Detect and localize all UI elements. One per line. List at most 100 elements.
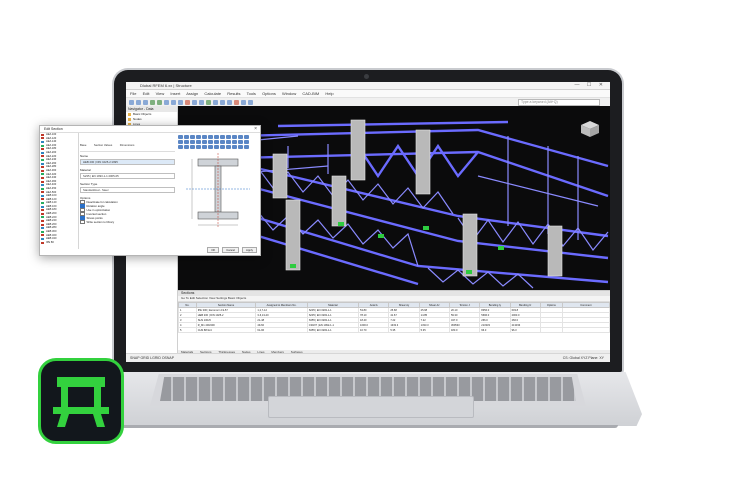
tab-section-values[interactable]: Section Values bbox=[94, 143, 112, 147]
open-icon[interactable] bbox=[136, 99, 141, 105]
menu-cad-bim[interactable]: CAD-BIM bbox=[302, 91, 319, 96]
edit-section-dialog: Edit Section × HEA 100 HEA 120 HEA 140 H… bbox=[39, 125, 261, 256]
list-item[interactable]: IPE 80 bbox=[40, 241, 78, 245]
ok-button[interactable]: OK bbox=[207, 247, 220, 253]
checkbox-write-library[interactable]: Write section to library bbox=[80, 219, 175, 225]
new-icon[interactable] bbox=[129, 99, 134, 105]
checkbox-icon[interactable] bbox=[80, 219, 85, 225]
table-cell bbox=[539, 327, 563, 333]
cancel-button[interactable]: Cancel bbox=[222, 247, 239, 253]
table-cell: 96.3 bbox=[479, 327, 511, 333]
shape-rect-icon[interactable] bbox=[232, 135, 237, 139]
table-cell: 5.35 bbox=[418, 327, 450, 333]
section-name-field[interactable]: HEB 200 | DIN 1025-2:1995 bbox=[80, 159, 175, 165]
view-cube-icon[interactable] bbox=[580, 120, 600, 138]
results-icon[interactable] bbox=[213, 99, 218, 105]
menu-assign[interactable]: Assign bbox=[186, 91, 198, 96]
shape-pipe-icon[interactable] bbox=[220, 135, 225, 139]
dialog-title: Edit Section bbox=[44, 127, 63, 131]
section-type-label: Section Type bbox=[80, 182, 98, 186]
section-properties-form: Base Section Values Dimensions Name HEB … bbox=[80, 133, 175, 249]
menu-file[interactable]: File bbox=[130, 91, 136, 96]
window-controls[interactable]: — ☐ ✕ bbox=[575, 82, 606, 89]
shape-l-icon[interactable] bbox=[202, 140, 207, 144]
menu-results[interactable]: Results bbox=[227, 91, 240, 96]
table-row[interactable]: 5 CHS 88.9x4 61-96 S355 | EN 1993-1-1 10… bbox=[178, 327, 610, 333]
menu-tools[interactable]: Tools bbox=[247, 91, 256, 96]
checkbox-label: Write section to library bbox=[86, 220, 115, 224]
table-cell: S355 | EN 1993-1-1 bbox=[306, 327, 360, 333]
frame-logo-icon bbox=[53, 377, 109, 427]
material-select[interactable]: S235 | EN 1993-1-1:2005-05 bbox=[80, 173, 175, 179]
close-icon[interactable]: × bbox=[254, 126, 257, 132]
table-cell bbox=[561, 327, 610, 333]
tab-dimensions[interactable]: Dimensions bbox=[120, 143, 135, 147]
sections-table: No. Section Name Assigned to Members No.… bbox=[178, 302, 610, 333]
touchpad bbox=[268, 396, 474, 418]
shape-l-icon[interactable] bbox=[202, 135, 207, 139]
shape-u-icon[interactable] bbox=[196, 140, 201, 144]
laptop-base-edge bbox=[120, 425, 618, 428]
status-bar: SNAP GRID LGRID OSNAP CS: Global XYZ Pla… bbox=[126, 353, 610, 362]
shape-rect-icon[interactable] bbox=[232, 140, 237, 144]
shape-t-icon[interactable] bbox=[190, 140, 195, 144]
undo-icon[interactable] bbox=[150, 99, 155, 105]
view-iso-icon[interactable] bbox=[227, 99, 232, 105]
section-type-select[interactable]: Standardized - Steel bbox=[80, 187, 175, 193]
table-cell: 5 bbox=[178, 327, 197, 333]
redo-icon[interactable] bbox=[157, 99, 162, 105]
results-panel: Sections Go To Edit Selection View Setti… bbox=[178, 290, 610, 355]
shape-h-icon[interactable] bbox=[184, 140, 189, 144]
surface-icon[interactable] bbox=[192, 99, 197, 105]
table-cell: 5.35 bbox=[388, 327, 420, 333]
menu-help[interactable]: Help bbox=[325, 91, 333, 96]
shape-h-icon[interactable] bbox=[184, 135, 189, 139]
shape-round-icon[interactable] bbox=[226, 135, 231, 139]
shape-c-icon[interactable] bbox=[238, 140, 243, 144]
grid-icon[interactable] bbox=[241, 99, 246, 105]
title-bar: Dlubal RFEM 6.xx | Structure — ☐ ✕ bbox=[126, 82, 610, 90]
shape-box-icon[interactable] bbox=[214, 140, 219, 144]
shape-box-icon[interactable] bbox=[214, 135, 219, 139]
shape-z-icon[interactable] bbox=[208, 140, 213, 144]
shape-u-icon[interactable] bbox=[196, 135, 201, 139]
support-icon[interactable] bbox=[185, 99, 190, 105]
shape-t-icon[interactable] bbox=[190, 135, 195, 139]
table-cell: 96.3 bbox=[509, 327, 541, 333]
save-icon[interactable] bbox=[143, 99, 148, 105]
shape-c-icon[interactable] bbox=[238, 135, 243, 139]
menu-edit[interactable]: Edit bbox=[143, 91, 150, 96]
shape-round-icon[interactable] bbox=[226, 140, 231, 144]
shape-z-icon[interactable] bbox=[208, 135, 213, 139]
shape-pipe-icon[interactable] bbox=[220, 140, 225, 144]
node-icon[interactable] bbox=[164, 99, 169, 105]
menu-options[interactable]: Options bbox=[262, 91, 276, 96]
calculate-icon[interactable] bbox=[206, 99, 211, 105]
tab-base[interactable]: Base bbox=[80, 143, 86, 147]
solid-icon[interactable] bbox=[199, 99, 204, 105]
menu-window[interactable]: Window bbox=[282, 91, 296, 96]
zoom-icon[interactable] bbox=[220, 99, 225, 105]
status-snap[interactable]: SNAP GRID LGRID OSNAP bbox=[126, 356, 174, 360]
i-beam-section-preview bbox=[186, 153, 250, 227]
window-title: Dlubal RFEM 6.xx | Structure bbox=[140, 83, 192, 88]
menu-insert[interactable]: Insert bbox=[170, 91, 180, 96]
shape-omega-icon[interactable] bbox=[244, 140, 249, 144]
status-coordinate-system: CS: Global XYZ Plane: XY bbox=[562, 356, 604, 360]
search-input[interactable]: Type a keyword (Alt+Q) bbox=[518, 98, 600, 106]
name-label: Name bbox=[80, 154, 89, 158]
rfem-logo-icon bbox=[38, 358, 124, 444]
menu-view[interactable]: View bbox=[156, 91, 165, 96]
section-shape-palette bbox=[176, 133, 259, 149]
shape-i-icon[interactable] bbox=[178, 135, 183, 139]
section-library-list: HEA 100 HEA 120 HEA 140 HEA 160 HEA 180 … bbox=[40, 133, 79, 249]
member-icon[interactable] bbox=[178, 99, 183, 105]
line-icon[interactable] bbox=[171, 99, 176, 105]
apply-button[interactable]: Apply bbox=[242, 247, 257, 253]
load-icon[interactable] bbox=[234, 99, 239, 105]
render-icon[interactable] bbox=[248, 99, 253, 105]
camera-dot bbox=[364, 74, 369, 79]
menu-calculate[interactable]: Calculate bbox=[204, 91, 221, 96]
shape-i-icon[interactable] bbox=[178, 140, 183, 144]
shape-omega-icon[interactable] bbox=[244, 135, 249, 139]
